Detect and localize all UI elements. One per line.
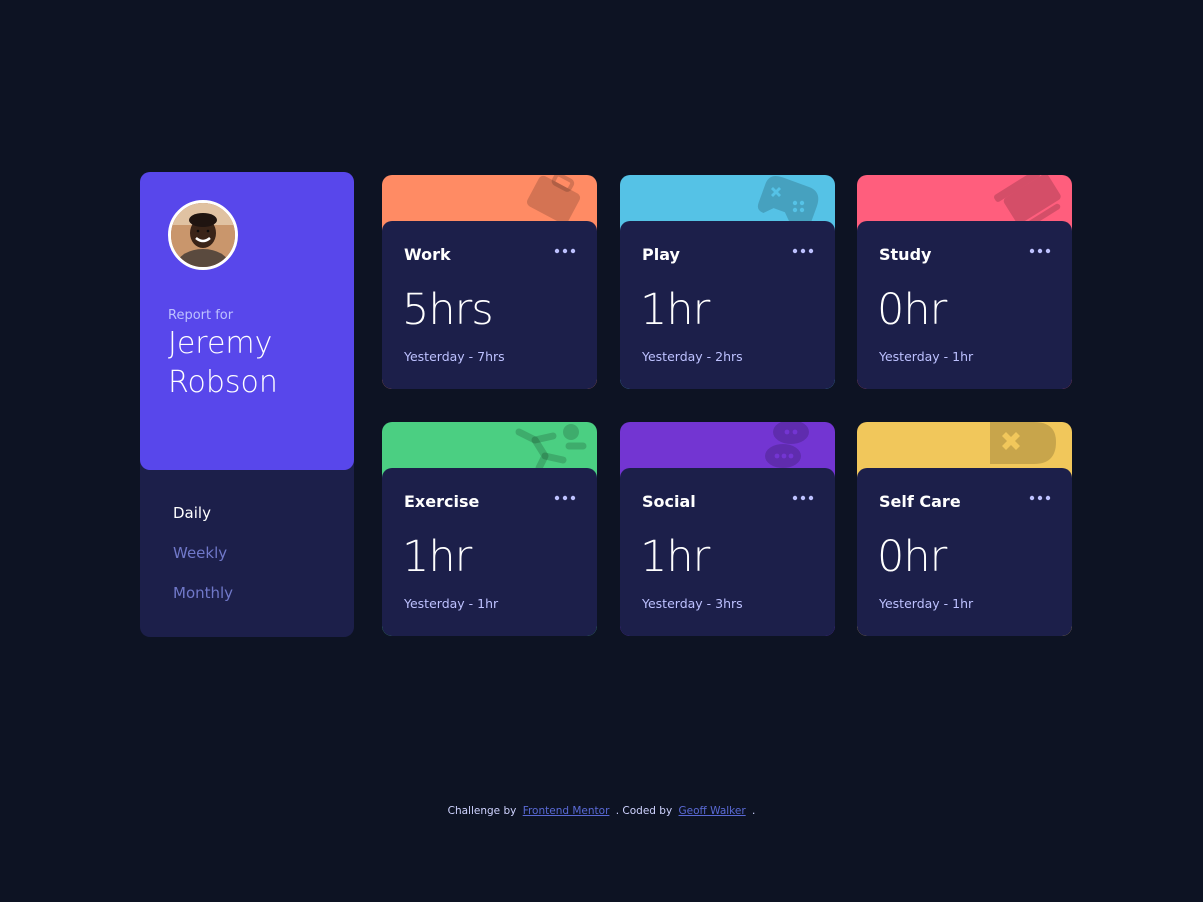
current-hours: 0hr xyxy=(877,532,947,582)
previous-hours: Yesterday - 1hr xyxy=(404,596,499,611)
card-title: Social xyxy=(642,492,696,511)
current-hours: 0hr xyxy=(877,285,947,335)
period-weekly[interactable]: Weekly xyxy=(173,544,227,562)
card-body: Social 1hr Yesterday - 3hrs xyxy=(620,468,835,636)
card-title: Study xyxy=(879,245,932,264)
card-work: Work 5hrs Yesterday - 7hrs xyxy=(382,175,597,389)
report-for-label: Report for xyxy=(168,308,234,323)
period-daily[interactable]: Daily xyxy=(173,504,211,522)
ellipsis-icon[interactable] xyxy=(791,243,815,259)
card-study: Study 0hr Yesterday - 1hr xyxy=(857,175,1072,389)
card-title: Play xyxy=(642,245,680,264)
card-title: Exercise xyxy=(404,492,480,511)
user-name: Jeremy Robson xyxy=(168,326,278,400)
card-self-care: Self Care 0hr Yesterday - 1hr xyxy=(857,422,1072,636)
card-body: Work 5hrs Yesterday - 7hrs xyxy=(382,221,597,389)
card-body: Exercise 1hr Yesterday - 1hr xyxy=(382,468,597,636)
card-title: Work xyxy=(404,245,451,264)
profile-header: Report for Jeremy Robson xyxy=(140,172,354,470)
card-exercise: Exercise 1hr Yesterday - 1hr xyxy=(382,422,597,636)
dashboard: Report for Jeremy Robson Daily Weekly Mo… xyxy=(0,0,1203,902)
card-body: Study 0hr Yesterday - 1hr xyxy=(857,221,1072,389)
challenge-text: Challenge by xyxy=(447,805,517,817)
ellipsis-icon[interactable] xyxy=(553,243,577,259)
current-hours: 1hr xyxy=(402,532,472,582)
card-body: Play 1hr Yesterday - 2hrs xyxy=(620,221,835,389)
previous-hours: Yesterday - 1hr xyxy=(879,349,974,364)
current-hours: 5hrs xyxy=(402,285,494,335)
previous-hours: Yesterday - 3hrs xyxy=(642,596,743,611)
period-monthly[interactable]: Monthly xyxy=(173,584,233,602)
footer-end-text: . xyxy=(752,805,756,817)
ellipsis-icon[interactable] xyxy=(553,490,577,506)
current-hours: 1hr xyxy=(640,532,710,582)
frontend-mentor-link[interactable]: Frontend Mentor xyxy=(523,805,610,817)
current-hours: 1hr xyxy=(640,285,710,335)
card-play: Play 1hr Yesterday - 2hrs xyxy=(620,175,835,389)
avatar xyxy=(168,200,238,270)
previous-hours: Yesterday - 1hr xyxy=(879,596,974,611)
card-title: Self Care xyxy=(879,492,961,511)
card-social: Social 1hr Yesterday - 3hrs xyxy=(620,422,835,636)
author-link[interactable]: Geoff Walker xyxy=(679,805,746,817)
attribution-footer: Challenge by Frontend Mentor . Coded by … xyxy=(0,805,1203,817)
previous-hours: Yesterday - 2hrs xyxy=(642,349,743,364)
profile-card: Report for Jeremy Robson Daily Weekly Mo… xyxy=(140,172,354,637)
coded-by-text: . Coded by xyxy=(615,805,673,817)
previous-hours: Yesterday - 7hrs xyxy=(404,349,505,364)
ellipsis-icon[interactable] xyxy=(791,490,815,506)
ellipsis-icon[interactable] xyxy=(1028,490,1052,506)
ellipsis-icon[interactable] xyxy=(1028,243,1052,259)
card-body: Self Care 0hr Yesterday - 1hr xyxy=(857,468,1072,636)
